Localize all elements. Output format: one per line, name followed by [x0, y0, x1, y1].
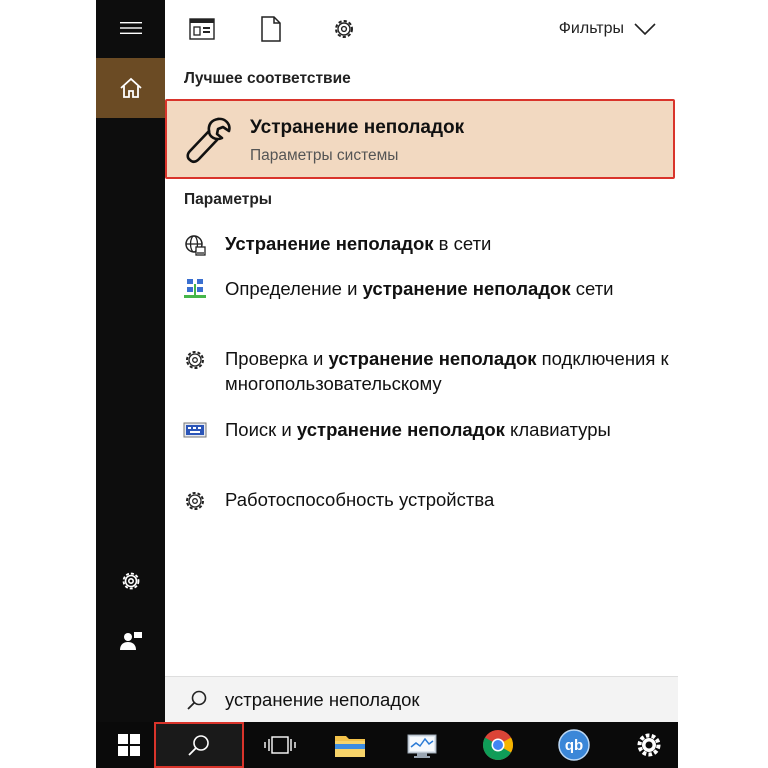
result-text: Определение и: [225, 278, 363, 299]
best-match-result[interactable]: Устранение неполадок Параметры системы: [165, 99, 675, 179]
start-button[interactable]: [104, 722, 154, 768]
windows-logo-icon: [118, 734, 140, 756]
file-explorer-button[interactable]: [324, 722, 376, 768]
qbittorrent-button[interactable]: qb: [548, 722, 600, 768]
qbittorrent-icon: qb: [558, 729, 590, 761]
gear-icon: [122, 572, 139, 590]
filters-dropdown[interactable]: Фильтры: [559, 16, 656, 42]
taskbar: qb: [96, 722, 678, 768]
apps-filter-button[interactable]: [187, 14, 217, 44]
result-text: клавиатуры: [504, 419, 611, 440]
result-bold-text: устранение неполадок: [362, 278, 571, 299]
result-bold-text: Устранение неполадок: [225, 233, 434, 254]
result-text: Работоспособность устройства: [225, 489, 495, 510]
search-box[interactable]: устранение неполадок: [165, 676, 678, 722]
result-item[interactable]: Устранение неполадок в сети: [182, 231, 672, 259]
wrench-icon: [186, 117, 231, 164]
hamburger-menu-button[interactable]: [96, 0, 165, 55]
search-input[interactable]: устранение неполадок: [225, 689, 420, 711]
result-item[interactable]: Поиск и устранение неполадок клавиатуры: [182, 417, 672, 469]
rail-user-button[interactable]: [96, 618, 165, 664]
settings-section-heading: Параметры: [184, 191, 273, 208]
gear-icon: [335, 20, 353, 38]
gear-icon: [637, 733, 661, 757]
gear-icon: [182, 348, 208, 372]
result-bold-text: устранение неполадок: [328, 348, 537, 369]
best-match-title: Устранение неполадок: [250, 117, 465, 138]
chrome-icon: [483, 730, 514, 761]
results-toolbar: Фильтры: [165, 0, 678, 58]
result-text: Проверка и: [225, 348, 329, 369]
result-text: в сети: [433, 233, 492, 254]
result-item[interactable]: Определение и устранение неполадок сети: [182, 276, 672, 328]
task-view-icon: [264, 736, 296, 754]
result-text: сети: [570, 278, 614, 299]
start-left-rail: [96, 0, 165, 722]
app-window-icon: [189, 18, 215, 40]
network-computers-icon: [182, 278, 208, 302]
result-item[interactable]: Проверка и устранение неполадок подключе…: [182, 346, 672, 398]
search-icon: [188, 735, 209, 756]
best-match-subtitle: Параметры системы: [250, 147, 399, 164]
best-match-heading: Лучшее соответствие: [184, 70, 351, 87]
keyboard-screen-icon: [182, 419, 208, 443]
performance-monitor-icon: [407, 734, 437, 758]
rail-settings-button[interactable]: [96, 558, 165, 604]
home-button[interactable]: [96, 58, 165, 118]
task-view-button[interactable]: [254, 722, 306, 768]
document-icon: [261, 16, 281, 42]
chevron-down-icon: [634, 23, 656, 35]
result-item[interactable]: Работоспособность устройства: [182, 487, 672, 515]
search-icon: [187, 690, 207, 710]
folder-icon: [335, 736, 365, 757]
taskbar-search-button[interactable]: [154, 722, 244, 768]
monitor-app-button[interactable]: [396, 722, 448, 768]
documents-filter-button[interactable]: [256, 14, 286, 44]
settings-taskbar-button[interactable]: [624, 722, 674, 768]
search-results-panel: Фильтры Лучшее соответствие Устранение н…: [165, 0, 678, 722]
gear-icon: [182, 489, 208, 513]
result-text: Поиск и: [225, 419, 297, 440]
settings-filter-button[interactable]: [329, 14, 359, 44]
home-icon: [119, 77, 142, 98]
globe-network-icon: [182, 233, 208, 257]
svg-text:qb: qb: [565, 737, 583, 754]
filters-label: Фильтры: [558, 20, 624, 37]
user-feedback-icon: [119, 632, 142, 650]
chrome-button[interactable]: [472, 722, 524, 768]
hamburger-icon: [119, 21, 142, 34]
result-bold-text: устранение неполадок: [296, 419, 505, 440]
